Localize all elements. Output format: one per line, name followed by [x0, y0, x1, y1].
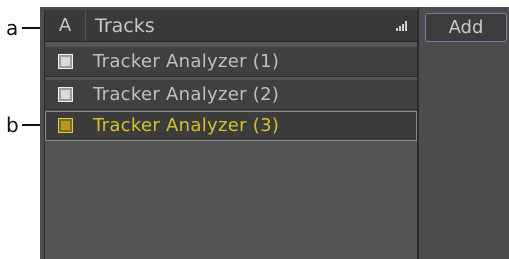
track-checkbox-1[interactable] [58, 54, 73, 69]
track-label-1: Tracker Analyzer (1) [93, 51, 280, 72]
tracks-panel: A Tracks Tracker Analyzer (1) Tracker An… [40, 7, 509, 259]
track-row-3[interactable]: Tracker Analyzer (3) [45, 111, 417, 141]
active-column-header[interactable]: A [45, 10, 86, 41]
track-label-3: Tracker Analyzer (3) [93, 115, 280, 136]
track-row-1[interactable]: Tracker Analyzer (1) [45, 47, 417, 77]
track-row-2[interactable]: Tracker Analyzer (2) [45, 80, 417, 110]
tracks-header: A Tracks [45, 10, 417, 42]
callout-b-letter: b [6, 113, 19, 137]
track-label-2: Tracker Analyzer (2) [93, 84, 280, 105]
tracks-list: A Tracks Tracker Analyzer (1) Tracker An… [44, 10, 418, 259]
callout-a-letter: a [6, 16, 19, 40]
signal-bars-icon [396, 20, 407, 31]
panel-divider [418, 7, 419, 259]
track-checkbox-2[interactable] [58, 87, 73, 102]
add-button[interactable]: Add [425, 13, 507, 42]
track-checkbox-3[interactable] [58, 118, 73, 133]
tracks-column-header[interactable]: Tracks [95, 15, 396, 37]
